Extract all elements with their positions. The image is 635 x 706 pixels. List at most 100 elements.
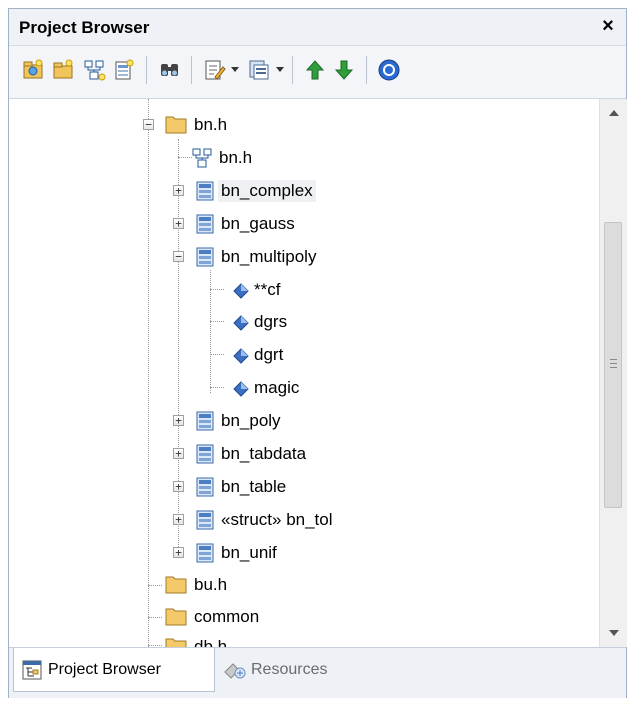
tree-item-label: bn.h [219, 148, 253, 167]
folder-icon [165, 608, 187, 626]
project-tree: − bn.h bn.h + bn_complex + bn_gauss − bn… [9, 99, 599, 647]
move-down-icon[interactable] [331, 57, 357, 83]
project-browser-window: Project Browser × − bn.h bn.h + bn_compl… [8, 8, 627, 698]
tree-item-class[interactable]: bn_unif [192, 538, 280, 568]
title-bar: Project Browser × [9, 9, 626, 46]
help-icon[interactable] [376, 57, 402, 83]
expand-icon[interactable]: + [173, 185, 184, 196]
tree-connector [148, 645, 162, 646]
toolbar-separator [366, 56, 367, 84]
folder-icon [165, 116, 187, 134]
tree-item-label: dgrt [254, 345, 284, 364]
tree-connector [148, 585, 162, 586]
tree-connector [178, 157, 192, 158]
tree-item-diagram[interactable]: bn.h [192, 143, 255, 173]
properties-dropdown-arrow[interactable] [231, 67, 239, 72]
new-diagram-icon[interactable] [81, 57, 107, 83]
expand-icon[interactable]: + [173, 415, 184, 426]
class-icon [196, 444, 214, 464]
tree-connector [148, 617, 162, 618]
tab-project-browser[interactable]: Project Browser [13, 648, 215, 692]
folder-icon [165, 576, 187, 594]
expand-icon[interactable]: + [173, 481, 184, 492]
tree-item-class[interactable]: bn_gauss [192, 209, 298, 239]
class-icon [196, 247, 214, 267]
attribute-icon [233, 315, 249, 331]
toolbar [9, 46, 626, 99]
class-icon [196, 214, 214, 234]
find-icon[interactable] [157, 57, 183, 83]
tree-item-label: bn_table [221, 477, 287, 496]
tree-item-attribute[interactable]: magic [229, 373, 302, 403]
tree-connector [210, 289, 224, 290]
diagram-icon [192, 148, 212, 168]
vertical-scrollbar[interactable] [599, 99, 627, 647]
tree-item-label: db.h [194, 637, 228, 647]
collapse-icon[interactable]: − [173, 251, 184, 262]
grip-line [610, 359, 617, 360]
expand-icon[interactable]: + [173, 218, 184, 229]
tree-connector [148, 99, 149, 647]
collapse-icon[interactable]: − [143, 119, 154, 130]
toolbar-separator [191, 56, 192, 84]
tree-item-label: common [194, 607, 260, 626]
tree-item-class[interactable]: bn_multipoly [192, 242, 319, 272]
tab-label: Project Browser [48, 660, 161, 678]
tree-item-folder[interactable]: common [161, 602, 262, 632]
scroll-down-button[interactable] [600, 621, 627, 645]
new-model-icon[interactable] [20, 57, 46, 83]
bottom-tab-bar: Project Browser Resources [9, 647, 626, 698]
window-title: Project Browser [19, 18, 150, 37]
scroll-up-button[interactable] [600, 101, 627, 125]
tree-connector [210, 354, 224, 355]
class-icon [196, 543, 214, 563]
scrollbar-thumb[interactable] [604, 222, 622, 508]
tree-item-class[interactable]: bn_tabdata [192, 439, 309, 469]
tree-item-label: bn.h [194, 115, 228, 134]
folder-icon [165, 638, 187, 647]
arrow-up-icon [608, 110, 619, 116]
class-icon [196, 510, 214, 530]
tree-item-folder[interactable]: bu.h [161, 570, 230, 600]
expand-icon[interactable]: + [173, 448, 184, 459]
expand-icon[interactable]: + [173, 514, 184, 525]
tab-label: Resources [251, 661, 328, 678]
attribute-icon [233, 381, 249, 397]
tree-item-folder[interactable]: bn.h [161, 110, 230, 140]
tree-item-label: magic [254, 378, 300, 397]
class-icon [196, 181, 214, 201]
new-element-icon[interactable] [111, 57, 137, 83]
project-browser-icon [22, 660, 42, 679]
tree-item-class[interactable]: bn_complex [192, 176, 316, 206]
tree-item-label: bn_gauss [221, 214, 295, 233]
tree-item-label: bu.h [194, 575, 228, 594]
resources-icon [224, 663, 246, 679]
move-up-icon[interactable] [302, 57, 328, 83]
tree-item-attribute[interactable]: **cf [229, 275, 283, 305]
tree-item-attribute[interactable]: dgrt [229, 340, 286, 370]
tree-item-label: dgrs [254, 312, 288, 331]
grip-line [610, 363, 617, 364]
arrow-down-icon [608, 630, 619, 636]
tree-connector [210, 321, 224, 322]
tree-item-label: bn_tabdata [221, 444, 307, 463]
properties-icon[interactable] [201, 57, 227, 83]
tree-item-class[interactable]: bn_table [192, 472, 289, 502]
tree-item-class[interactable]: «struct» bn_tol [192, 505, 336, 535]
new-package-icon[interactable] [50, 57, 76, 83]
toolbar-separator [146, 56, 147, 84]
tree-item-class[interactable]: bn_poly [192, 406, 284, 436]
expand-icon[interactable]: + [173, 547, 184, 558]
tree-item-label: bn_poly [221, 411, 281, 430]
tree-item-folder[interactable]: db.h [161, 632, 230, 647]
options-dropdown-arrow[interactable] [276, 67, 284, 72]
attribute-icon [233, 348, 249, 364]
class-icon [196, 477, 214, 497]
tree-item-attribute[interactable]: dgrs [229, 307, 290, 337]
close-icon[interactable]: × [596, 13, 620, 39]
options-icon[interactable] [246, 57, 272, 83]
tree-item-label: bn_multipoly [221, 247, 317, 266]
tab-resources[interactable]: Resources [223, 648, 327, 692]
tree-item-label: **cf [254, 280, 281, 299]
class-icon [196, 411, 214, 431]
